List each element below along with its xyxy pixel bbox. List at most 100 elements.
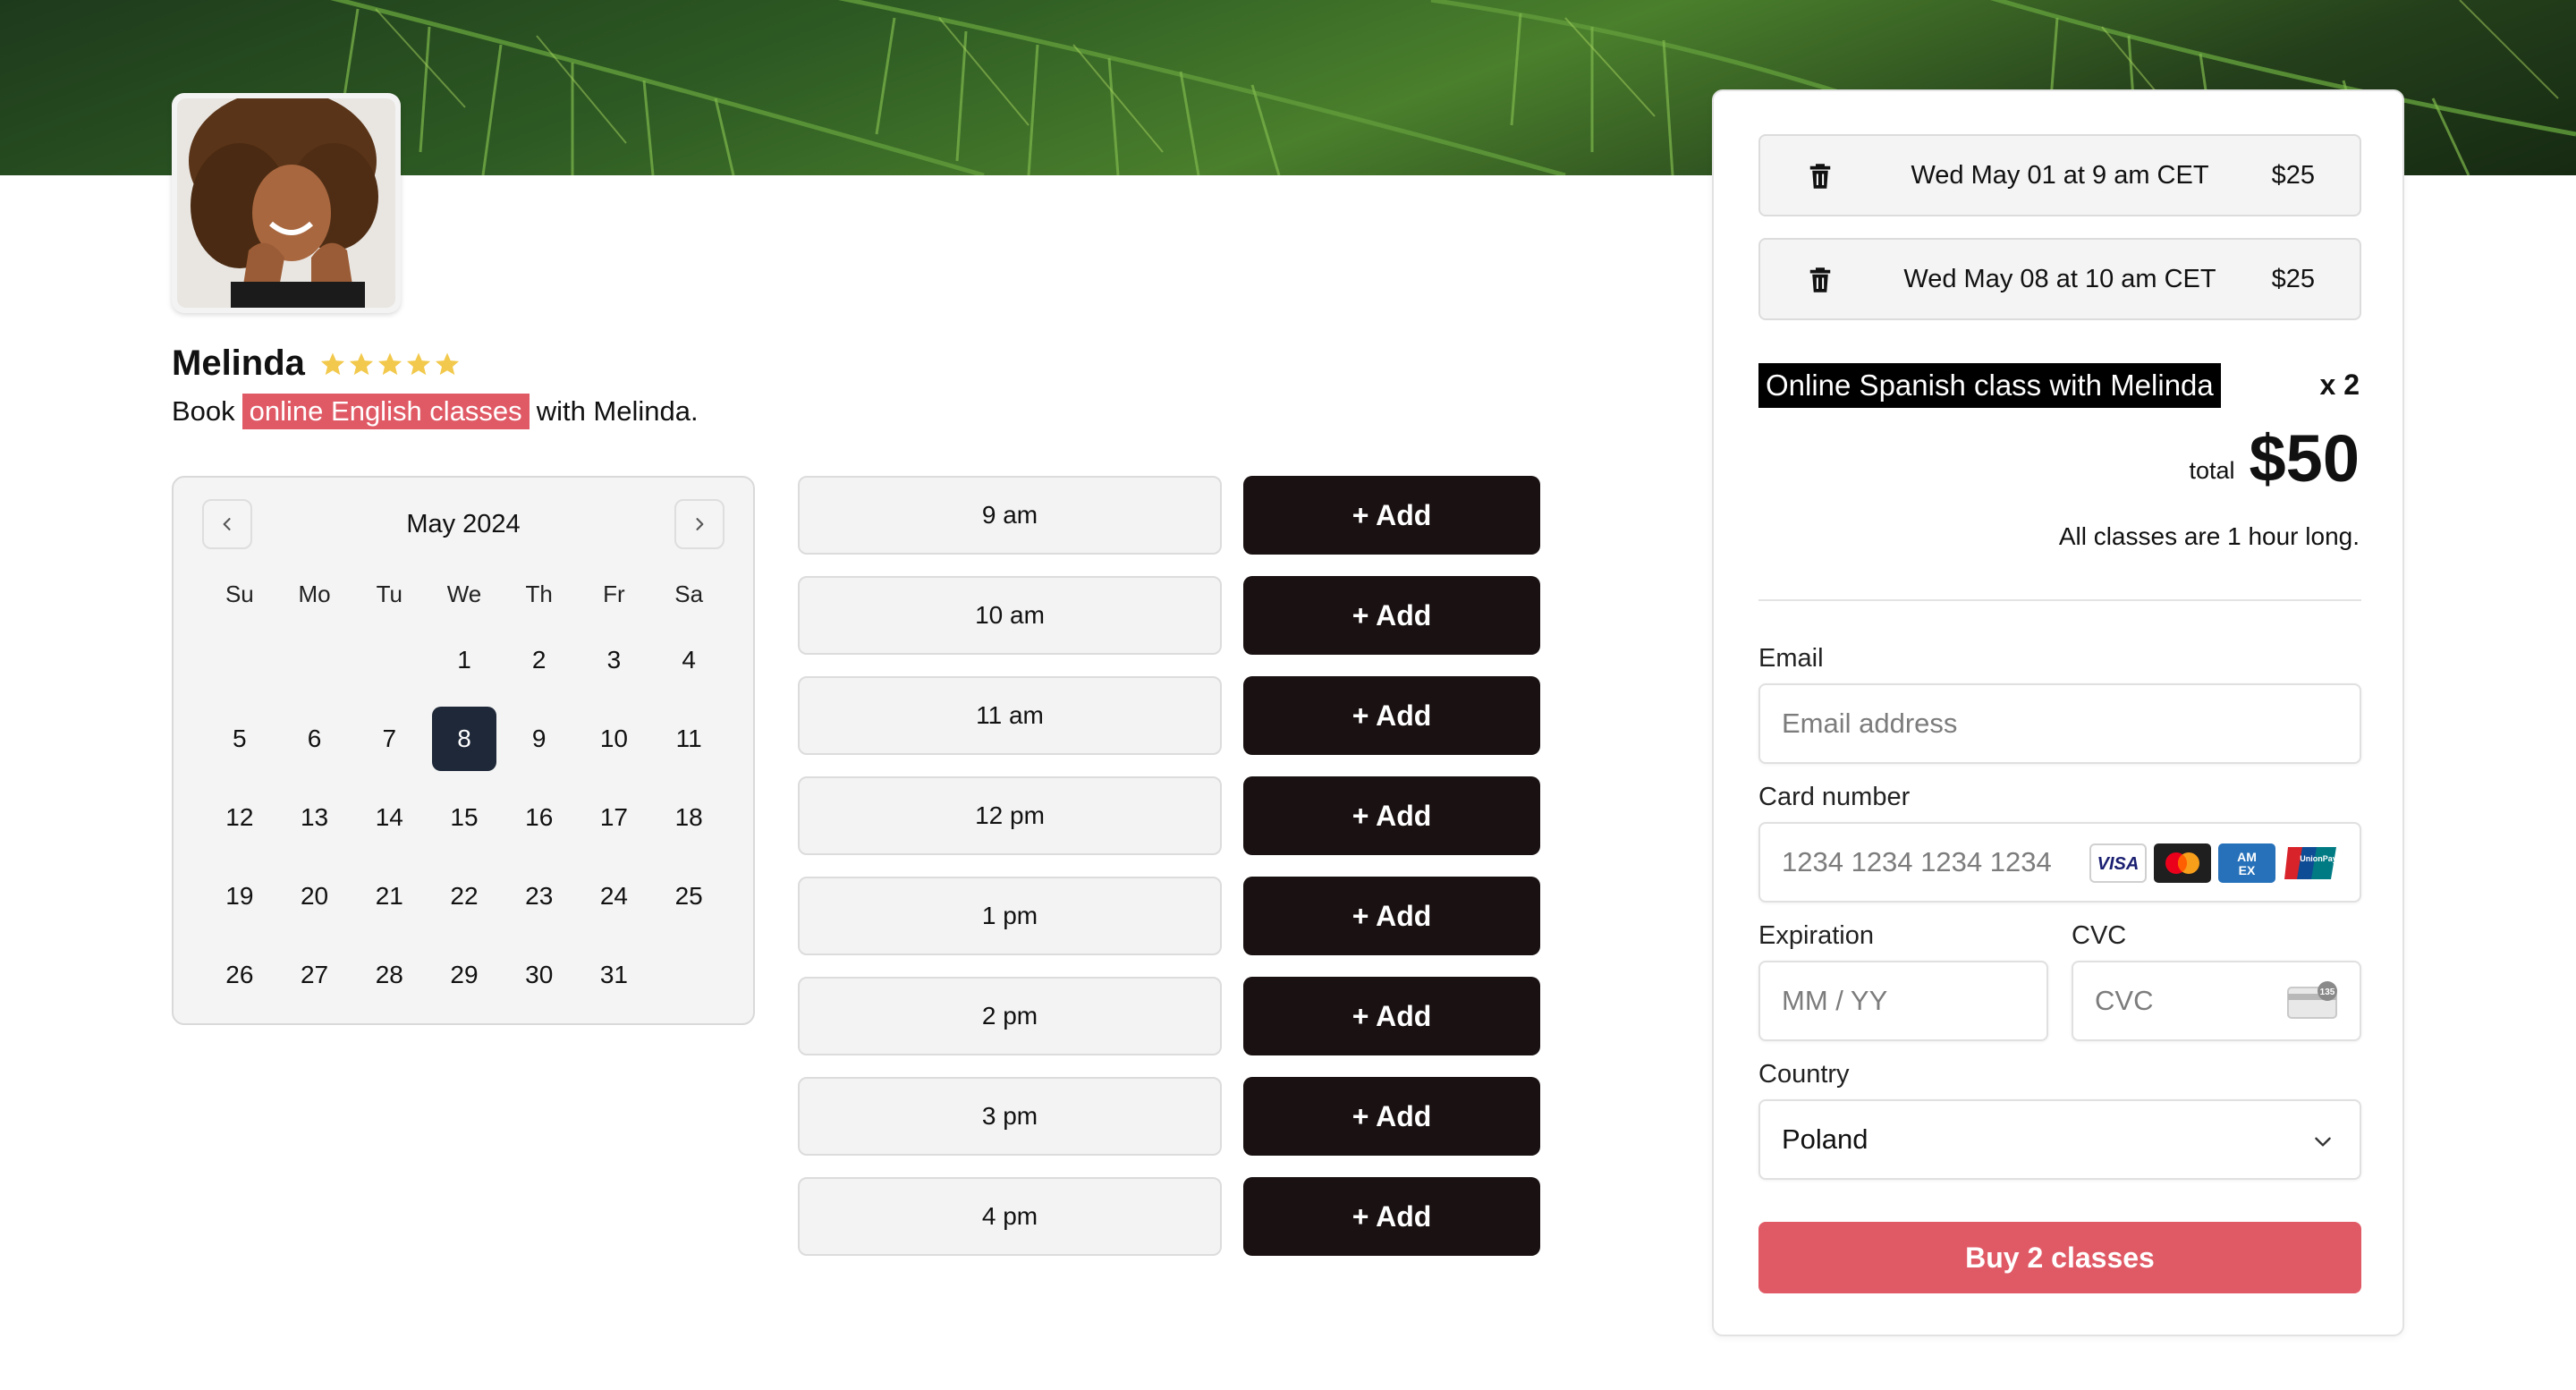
time-slot: 1 pm [798, 877, 1222, 955]
calendar-day[interactable]: 19 [202, 857, 277, 936]
calendar-day-number: 17 [599, 803, 628, 831]
star-icon [377, 352, 402, 375]
calendar-day[interactable]: 3 [577, 621, 652, 699]
calendar-day[interactable]: 2 [502, 621, 577, 699]
calendar-day[interactable]: 26 [202, 936, 277, 1014]
add-slot-button[interactable]: + Add [1243, 1077, 1540, 1156]
calendar-day[interactable]: 10 [577, 699, 652, 778]
delete-booking-button[interactable] [1807, 161, 1834, 196]
calendar-day-number: 26 [225, 961, 254, 988]
email-field[interactable] [1782, 685, 2338, 762]
calendar-day-number: 5 [233, 725, 247, 752]
calendar-day-number: 30 [525, 961, 554, 988]
calendar-day[interactable]: 13 [277, 778, 352, 857]
cvc-label: CVC [2072, 921, 2127, 950]
add-slot-button[interactable]: + Add [1243, 776, 1540, 855]
product-name: Online Spanish class with Melinda [1758, 363, 2221, 408]
card-number-field[interactable] [1782, 824, 2104, 901]
calendar-day[interactable]: 4 [651, 621, 726, 699]
calendar-day[interactable]: 21 [352, 857, 427, 936]
weekday-label: Fr [603, 581, 625, 607]
calendar-day[interactable]: 27 [277, 936, 352, 1014]
calendar-day[interactable]: 8 [427, 699, 502, 778]
teacher-header: Melinda [172, 343, 461, 384]
calendar-day[interactable]: 29 [427, 936, 502, 1014]
teacher-avatar [172, 93, 401, 313]
calendar-day[interactable]: 6 [277, 699, 352, 778]
calendar-day[interactable]: 20 [277, 857, 352, 936]
calendar-day-number: 28 [375, 961, 403, 988]
calendar-day-number: 24 [599, 882, 628, 910]
weekday-label: Th [525, 581, 553, 607]
calendar-day[interactable]: 16 [502, 778, 577, 857]
cart-booking: Wed May 01 at 9 am CET $25 [1758, 134, 2361, 216]
country-select[interactable]: Poland [1758, 1099, 2361, 1180]
expiration-field[interactable] [1782, 962, 2025, 1039]
calendar-day-number: 11 [675, 725, 702, 752]
calendar-day[interactable]: 24 [577, 857, 652, 936]
calendar-empty-cell [202, 621, 277, 699]
add-slot-button[interactable]: + Add [1243, 877, 1540, 955]
add-slot-button[interactable]: + Add [1243, 676, 1540, 755]
calendar-empty-cell [352, 621, 427, 699]
calendar-day[interactable]: 25 [651, 857, 726, 936]
calendar-day[interactable]: 22 [427, 857, 502, 936]
booking-datetime: Wed May 01 at 9 am CET [1911, 161, 2209, 190]
calendar-day[interactable]: 12 [202, 778, 277, 857]
calendar-day[interactable]: 11 [651, 699, 726, 778]
calendar-day[interactable]: 15 [427, 778, 502, 857]
calendar-day[interactable]: 30 [502, 936, 577, 1014]
cvc-field-wrapper: 135 [2072, 961, 2361, 1041]
teacher-subtitle: Book online English classes with Melinda… [172, 394, 699, 429]
buy-button[interactable]: Buy 2 classes [1758, 1222, 2361, 1293]
cart-booking: Wed May 08 at 10 am CET $25 [1758, 238, 2361, 320]
mastercard-icon [2154, 843, 2211, 883]
calendar-day[interactable]: 1 [427, 621, 502, 699]
star-icon [406, 352, 431, 375]
delete-booking-button[interactable] [1807, 265, 1834, 300]
calendar-day-number: 4 [682, 646, 696, 674]
calendar-day-number: 1 [457, 646, 471, 674]
add-slot-button[interactable]: + Add [1243, 476, 1540, 555]
calendar-day-number: 18 [674, 803, 703, 831]
weekday-label: Tu [376, 581, 402, 607]
calendar-day[interactable]: 9 [502, 699, 577, 778]
calendar-day-number: 23 [525, 882, 554, 910]
star-icon [435, 352, 460, 375]
calendar-day[interactable]: 18 [651, 778, 726, 857]
calendar-day[interactable]: 31 [577, 936, 652, 1014]
calendar-month-label: May 2024 [406, 510, 521, 538]
chevron-down-icon [2311, 1130, 2334, 1157]
calendar-day-number: 3 [606, 646, 622, 674]
calendar-day[interactable]: 5 [202, 699, 277, 778]
unionpay-icon: UnionPay [2283, 843, 2340, 883]
star-icon [320, 352, 345, 375]
add-slot-button[interactable]: + Add [1243, 977, 1540, 1055]
add-slot-button[interactable]: + Add [1243, 576, 1540, 655]
card-brand-icons: VISA AM EX UnionPay [2089, 843, 2340, 883]
calendar-day-number: 25 [674, 882, 703, 910]
calendar-day[interactable]: 7 [352, 699, 427, 778]
calendar-day[interactable]: 14 [352, 778, 427, 857]
teacher-photo [177, 98, 395, 308]
add-slot-button[interactable]: + Add [1243, 1177, 1540, 1256]
calendar-day-number: 31 [599, 961, 628, 988]
calendar-day[interactable]: 23 [502, 857, 577, 936]
weekday-label: Sa [674, 581, 704, 607]
calendar-grid: Su Mo Tu We Th Fr Sa 1 2 3 4 5 6 7 8 9 10 11 12 13 14 15 16 17 1… [202, 567, 726, 1014]
cvc-field[interactable] [2095, 962, 2274, 1039]
booking-price: $25 [2271, 161, 2315, 190]
time-slot: 9 am [798, 476, 1222, 555]
trash-icon [1809, 164, 1831, 189]
email-label: Email [1758, 644, 1824, 673]
calendar-day-number: 20 [300, 882, 329, 910]
total-amount: $50 [2249, 421, 2360, 496]
next-month-button[interactable] [674, 499, 724, 549]
calendar-day-number: 22 [450, 882, 479, 910]
expiration-label: Expiration [1758, 921, 1874, 950]
calendar-day[interactable]: 17 [577, 778, 652, 857]
card-number-field-wrapper: VISA AM EX UnionPay [1758, 822, 2361, 903]
calendar-day[interactable]: 28 [352, 936, 427, 1014]
calendar-day-number: 9 [531, 725, 547, 752]
booking-datetime: Wed May 08 at 10 am CET [1903, 265, 2216, 293]
